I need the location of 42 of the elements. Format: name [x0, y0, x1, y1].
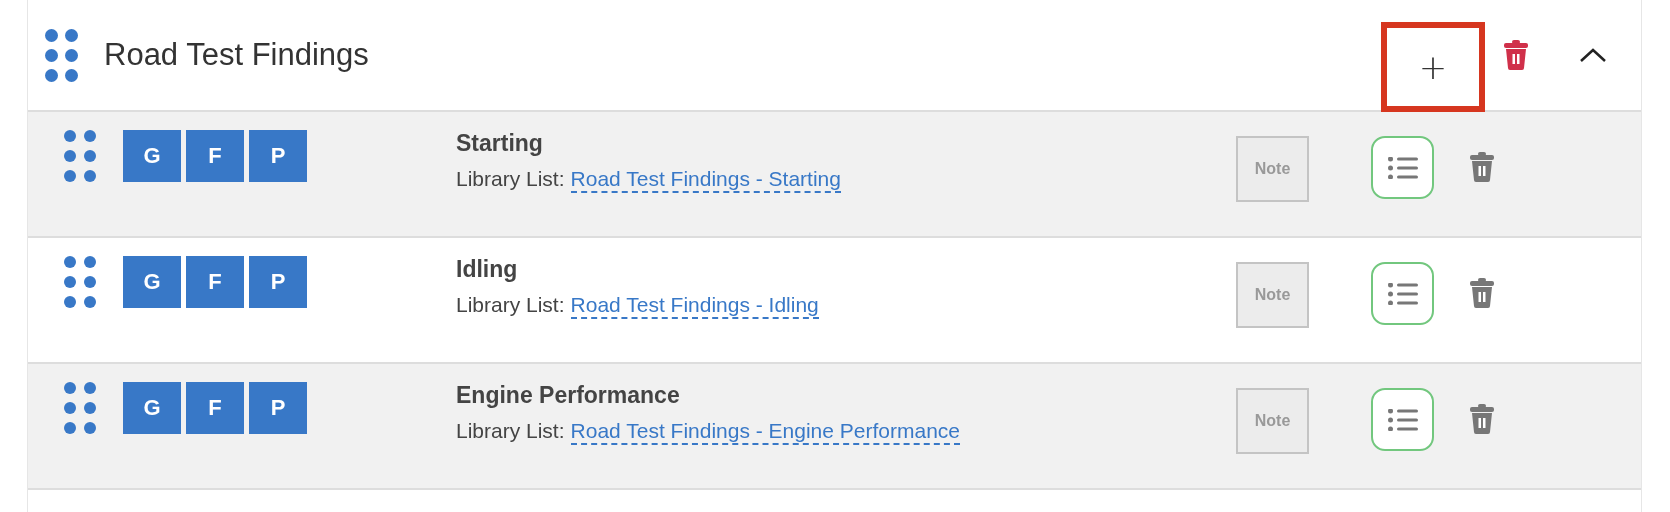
- grade-button[interactable]: P: [249, 130, 307, 182]
- list-button[interactable]: [1371, 136, 1434, 199]
- list-icon: [1387, 408, 1418, 431]
- grade-button[interactable]: G: [123, 382, 181, 434]
- library-link[interactable]: Road Test Findings - Starting: [570, 167, 841, 193]
- grade-button[interactable]: F: [186, 130, 244, 182]
- library-label: Library List:: [456, 419, 565, 444]
- list-icon: [1387, 282, 1418, 305]
- delete-button[interactable]: [1470, 404, 1494, 434]
- note-button[interactable]: Note: [1236, 388, 1309, 454]
- drag-handle-icon[interactable]: [64, 382, 96, 434]
- item-title: Idling: [456, 256, 519, 283]
- chevron-up-icon: [1579, 47, 1607, 63]
- library-label: Library List:: [456, 293, 565, 318]
- grade-button[interactable]: P: [249, 256, 307, 308]
- grade-button[interactable]: G: [123, 256, 181, 308]
- note-button[interactable]: Note: [1236, 136, 1309, 202]
- delete-button[interactable]: [1501, 40, 1531, 70]
- trash-icon: [1470, 404, 1494, 434]
- library-link[interactable]: Road Test Findings - Engine Performance: [570, 419, 961, 445]
- grade-button[interactable]: G: [123, 130, 181, 182]
- grade-button[interactable]: F: [186, 382, 244, 434]
- note-button[interactable]: Note: [1236, 262, 1309, 328]
- add-button[interactable]: +: [1381, 22, 1485, 112]
- list-button[interactable]: [1371, 262, 1434, 325]
- drag-handle-icon[interactable]: [45, 28, 78, 82]
- delete-button[interactable]: [1470, 152, 1494, 182]
- drag-handle-icon[interactable]: [64, 130, 96, 182]
- list-icon: [1387, 156, 1418, 179]
- delete-button[interactable]: [1470, 278, 1494, 308]
- trash-icon: [1470, 278, 1494, 308]
- item-title: Starting: [456, 130, 544, 157]
- item-title: Engine Performance: [456, 382, 681, 409]
- grade-button[interactable]: P: [249, 382, 307, 434]
- trash-icon: [1504, 40, 1528, 70]
- library-link[interactable]: Road Test Findings - Idling: [570, 293, 819, 319]
- drag-handle-icon[interactable]: [64, 256, 96, 308]
- list-button[interactable]: [1371, 388, 1434, 451]
- library-label: Library List:: [456, 167, 565, 192]
- trash-icon: [1470, 152, 1494, 182]
- section-title: Road Test Findings: [104, 37, 370, 73]
- grade-button[interactable]: F: [186, 256, 244, 308]
